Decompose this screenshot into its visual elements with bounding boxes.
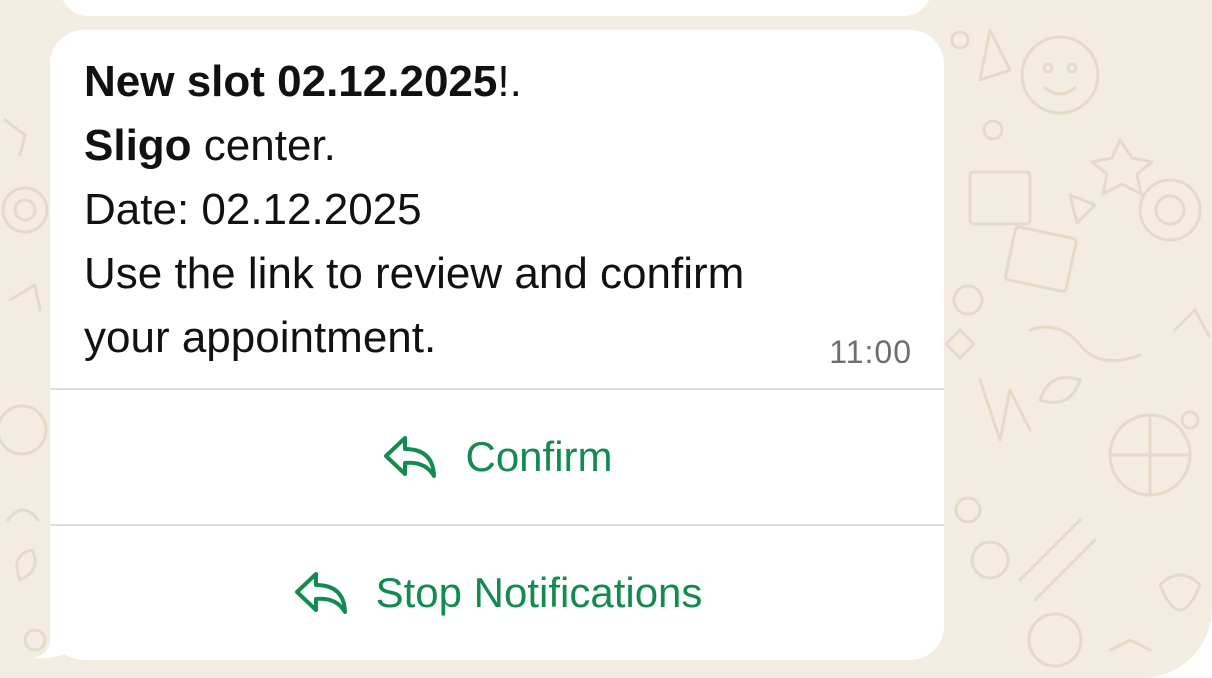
message-text: New slot 02.12.2025!. Sligo center. Date… xyxy=(84,50,884,370)
message-line-title: New slot 02.12.2025!. xyxy=(84,57,522,106)
reply-icon xyxy=(292,568,350,618)
reply-icon xyxy=(381,432,439,482)
previous-message-bubble xyxy=(60,0,932,16)
slot-title: New slot 02.12.2025 xyxy=(84,57,498,106)
message-line-instruction: Use the link to review and confirm xyxy=(84,249,745,298)
center-name: Sligo xyxy=(84,121,192,170)
confirm-button[interactable]: Confirm xyxy=(50,390,944,524)
stop-notifications-button[interactable]: Stop Notifications xyxy=(50,526,944,660)
message-line-instruction-cont: your appointment. xyxy=(84,313,437,362)
message-timestamp: 11:00 xyxy=(829,334,912,370)
stop-notifications-label: Stop Notifications xyxy=(375,569,703,616)
confirm-label: Confirm xyxy=(465,433,613,480)
message-line-center: Sligo center. xyxy=(84,121,336,170)
message-bubble: New slot 02.12.2025!. Sligo center. Date… xyxy=(50,30,944,660)
message-line-date: Date: 02.12.2025 xyxy=(84,185,422,234)
